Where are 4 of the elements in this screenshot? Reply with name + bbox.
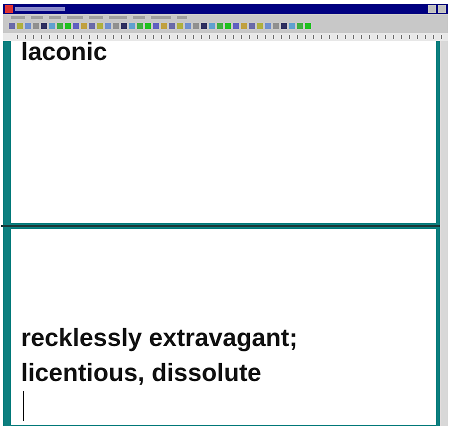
scrollbar[interactable]	[440, 41, 448, 426]
text-line: licentious, dissolute	[21, 358, 262, 389]
text-line: recklessly extravagant;	[21, 323, 299, 354]
text-line: laconic	[21, 39, 108, 65]
